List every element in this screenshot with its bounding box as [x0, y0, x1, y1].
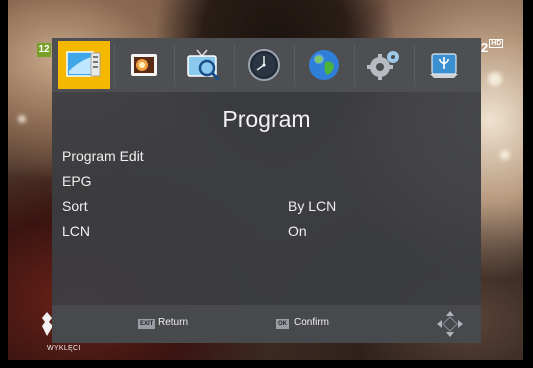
tab-divider — [114, 44, 115, 86]
clock-icon — [248, 49, 280, 81]
menu-item-sort[interactable]: Sort — [62, 198, 88, 214]
menu-item-lcn[interactable]: LCN — [62, 223, 90, 239]
letterbox-right — [523, 0, 533, 368]
program-menu-panel: Program Program Edit EPG Sort By LCN LCN… — [52, 38, 481, 343]
channel-number-right: 2 — [481, 40, 489, 55]
ok-key-icon: OK — [276, 319, 289, 329]
broadcaster-watermark: WYKLĘCI — [47, 345, 81, 352]
channel-hd-indicator: 2 HD — [481, 39, 504, 55]
menu-item-program-edit[interactable]: Program Edit — [62, 148, 144, 164]
sort-value[interactable]: By LCN — [288, 198, 336, 214]
picture-icon — [131, 54, 157, 76]
menu-title: Program — [222, 106, 311, 132]
tab-option[interactable] — [298, 41, 350, 89]
usb-icon — [430, 53, 458, 78]
tab-system[interactable] — [358, 41, 410, 89]
return-hint[interactable]: Return — [158, 317, 188, 328]
menu-tab-bar — [52, 38, 481, 92]
gear-icon — [367, 51, 399, 80]
background-light — [488, 72, 502, 86]
tab-picture[interactable] — [118, 41, 170, 89]
tab-divider — [234, 44, 235, 86]
tab-channel-search[interactable] — [178, 41, 230, 89]
navigation-pad-icon — [437, 311, 463, 337]
channel-search-icon — [187, 49, 221, 82]
menu-item-epg[interactable]: EPG — [62, 173, 92, 189]
tab-divider — [414, 44, 415, 86]
menu-footer: EXIT Return OK Confirm — [52, 305, 481, 343]
lcn-value[interactable]: On — [288, 223, 307, 239]
background-light — [18, 115, 26, 123]
background-light — [500, 150, 510, 160]
tab-divider — [174, 44, 175, 86]
tab-divider — [294, 44, 295, 86]
tab-usb[interactable] — [418, 41, 470, 89]
tab-time[interactable] — [238, 41, 290, 89]
tab-divider — [354, 44, 355, 86]
channel-number-badge: 12 — [37, 43, 51, 57]
program-edit-icon — [66, 51, 101, 77]
letterbox-bottom — [0, 360, 533, 368]
letterbox-left — [0, 0, 8, 368]
hd-badge: HD — [489, 39, 504, 48]
exit-key-icon: EXIT — [138, 319, 156, 329]
globe-icon — [309, 50, 339, 80]
confirm-hint[interactable]: Confirm — [294, 317, 329, 328]
tab-program[interactable] — [58, 41, 110, 89]
